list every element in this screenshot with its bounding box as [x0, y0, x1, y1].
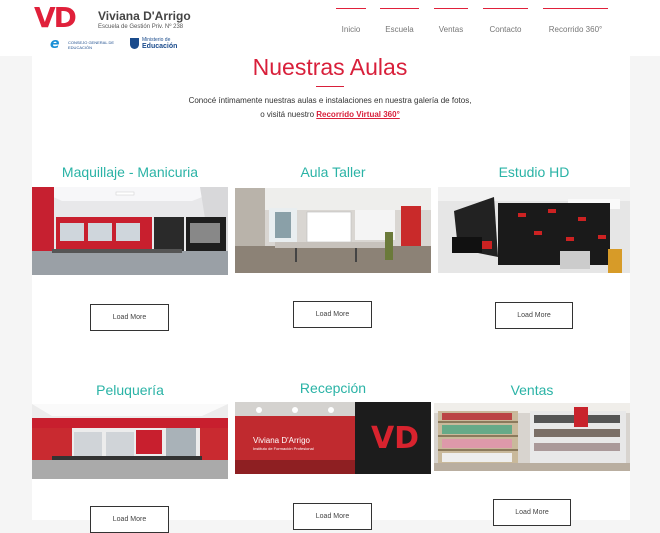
cge-logo: e CONSEJO GENERAL DE EDUCACIÓN	[50, 36, 122, 52]
room-title-peluqueria: Peluquería	[96, 382, 164, 398]
ministry-big-text: Educación	[142, 43, 178, 50]
nav-item-contacto[interactable]: Contacto	[483, 8, 528, 38]
room-photo-peluqueria[interactable]	[32, 404, 228, 479]
nav-item-ventas[interactable]: Ventas	[434, 8, 468, 38]
nav-label: Ventas	[438, 25, 464, 34]
load-more-button[interactable]: Load More	[493, 499, 571, 526]
nav-item-recorrido[interactable]: Recorrido 360°	[543, 8, 608, 38]
room-photo-aula-taller[interactable]	[235, 188, 431, 273]
nav-label: Escuela	[385, 25, 414, 34]
room-photo-ventas[interactable]	[434, 403, 630, 471]
logo-text: VD	[34, 1, 77, 34]
cge-mark-icon: e	[50, 36, 60, 52]
room-photo-recepcion[interactable]: VD Viviana D'Arrigo Instituto de Formaci…	[235, 402, 431, 474]
cge-text: CONSEJO GENERAL DE EDUCACIÓN	[68, 40, 115, 50]
brand-subtitle: Escuela de Gestión Priv. Nº 238	[98, 24, 184, 30]
room-title-maquillaje: Maquillaje - Manicuria	[61, 164, 199, 180]
nav-label: Inicio	[341, 25, 361, 34]
shield-icon	[130, 38, 139, 49]
room-title-ventas: Ventas	[510, 382, 554, 398]
room-photo-maquillaje[interactable]	[32, 187, 228, 275]
load-more-button[interactable]: Load More	[495, 302, 573, 329]
nav-label: Contacto	[489, 25, 522, 34]
intro-prefix: o visitá nuestro	[260, 110, 317, 119]
load-more-button[interactable]: Load More	[90, 304, 169, 331]
recepcion-sign: Viviana D'Arrigo	[253, 436, 310, 445]
virtual-tour-link[interactable]: Recorrido Virtual 360°	[316, 110, 400, 119]
room-photo-estudio-hd[interactable]	[438, 187, 630, 273]
nav-label: Recorrido 360°	[548, 25, 603, 34]
recepcion-sign-sub: Instituto de Formación Profesional	[253, 446, 314, 451]
vd-logo[interactable]: VD	[34, 1, 77, 34]
intro-text-2: o visitá nuestro Recorrido Virtual 360°	[0, 110, 660, 119]
title-underline	[316, 86, 344, 87]
room-title-aula-taller: Aula Taller	[300, 164, 366, 180]
nav-item-inicio[interactable]: Inicio	[336, 8, 366, 38]
ministry-logo: Ministerio de Educación	[130, 36, 180, 52]
room-title-recepcion: Recepción	[299, 380, 367, 396]
page-title: Nuestras Aulas	[252, 54, 408, 80]
svg-text:VD: VD	[371, 421, 419, 456]
load-more-button[interactable]: Load More	[293, 301, 372, 328]
room-title-estudio-hd: Estudio HD	[498, 164, 570, 180]
intro-text: Conocé íntimamente nuestras aulas e inst…	[188, 96, 472, 105]
load-more-button[interactable]: Load More	[293, 503, 372, 530]
nav-item-escuela[interactable]: Escuela	[380, 8, 419, 38]
brand-name: Viviana D'Arrigo	[98, 9, 191, 23]
